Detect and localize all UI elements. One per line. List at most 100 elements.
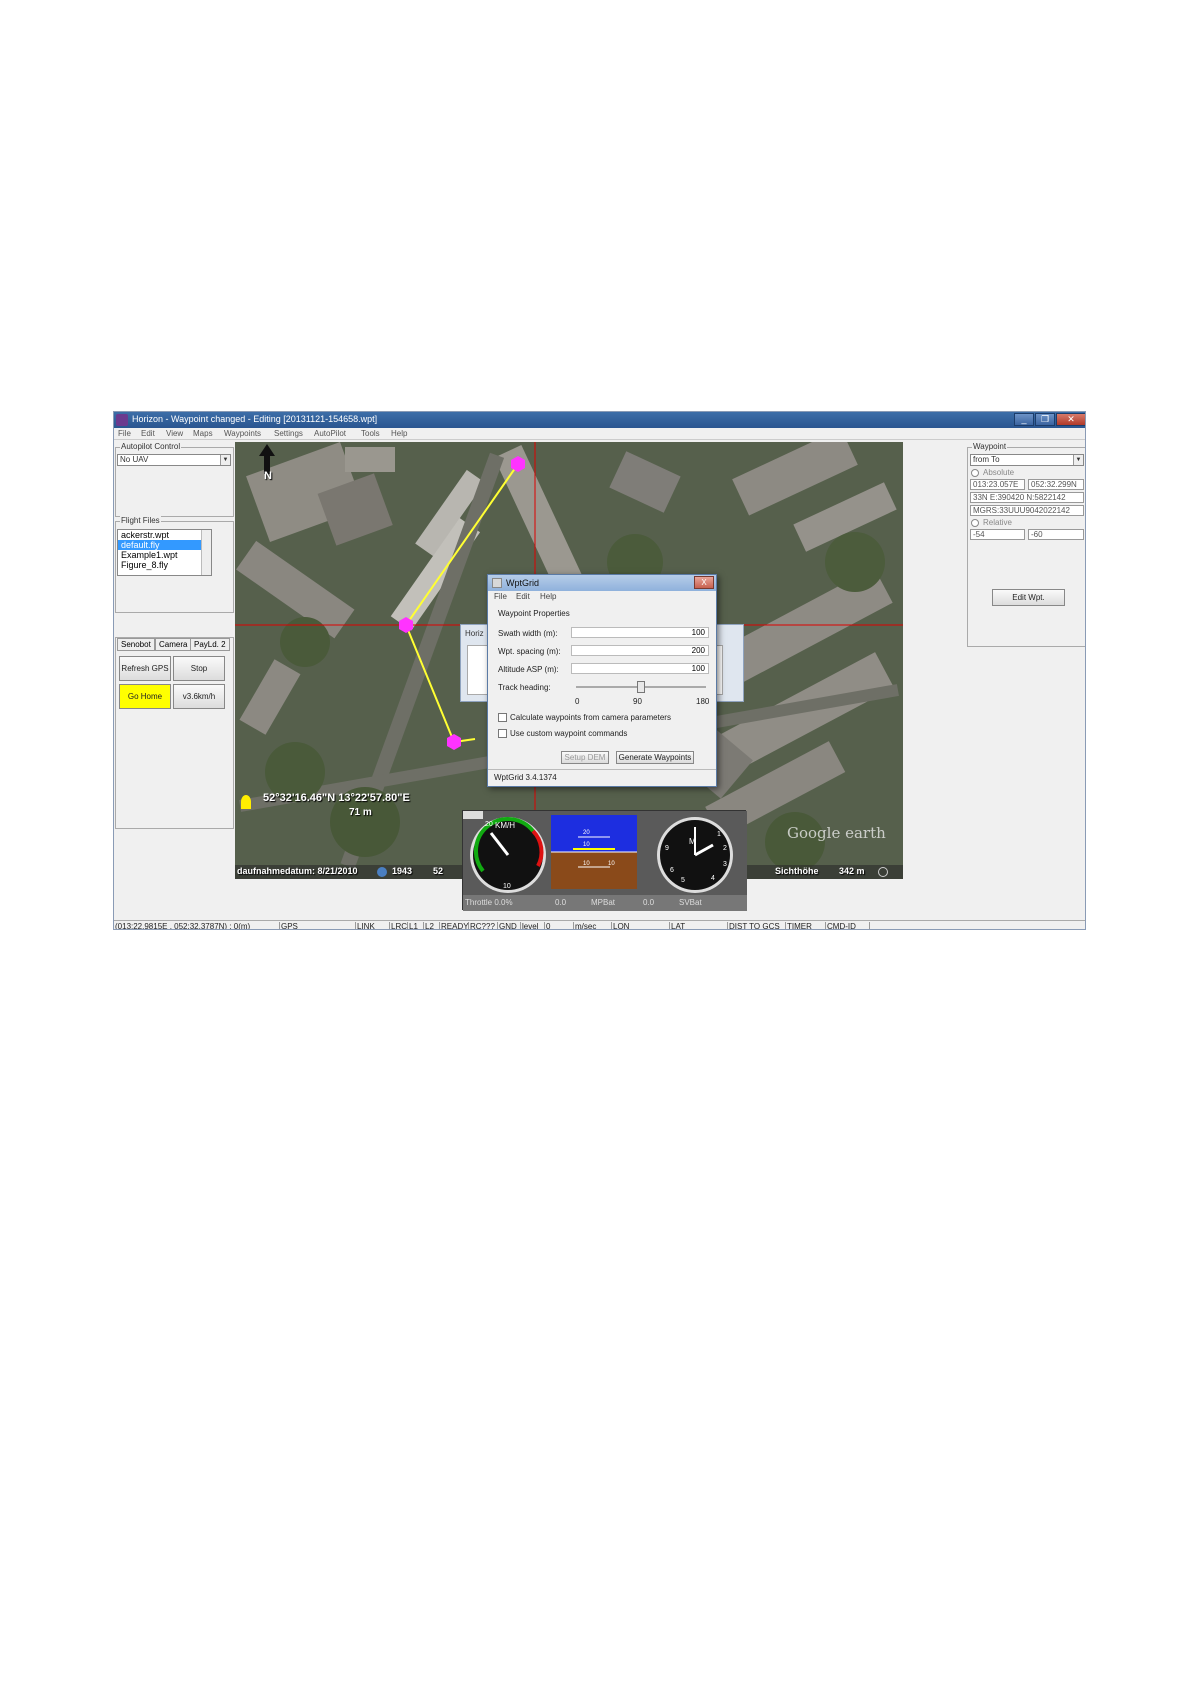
- list-item[interactable]: ackerstr.wpt: [118, 530, 211, 540]
- waypoint-group-label: Waypoint: [972, 442, 1008, 451]
- menu-file[interactable]: File: [118, 429, 131, 438]
- heading-tick-0: 0: [575, 697, 580, 706]
- altitude-readout: 71 m: [349, 807, 372, 818]
- clock-number: 9: [665, 845, 669, 852]
- menu-maps[interactable]: Maps: [193, 429, 213, 438]
- refresh-gps-button[interactable]: Refresh GPS: [119, 656, 171, 681]
- edit-waypoint-button[interactable]: Edit Wpt.: [992, 589, 1065, 606]
- status-timer: TIMER: [786, 922, 826, 929]
- status-ready: READY: [441, 922, 469, 930]
- chevron-down-icon[interactable]: ▼: [1073, 455, 1083, 465]
- list-item[interactable]: Figure_8.fly: [118, 560, 211, 570]
- speed-unit: KM/H: [495, 821, 515, 830]
- wptgrid-menu-file[interactable]: File: [494, 592, 507, 601]
- divider: [488, 769, 716, 770]
- speed-scale-10: 10: [503, 883, 511, 890]
- waypoint-group: [967, 447, 1085, 647]
- status-l2: L2: [424, 922, 440, 929]
- menu-settings[interactable]: Settings: [274, 429, 303, 438]
- utm-field[interactable]: 33N E:390420 N:5822142: [970, 492, 1084, 503]
- status-lat: LAT: [670, 922, 728, 929]
- custom-commands-label: Use custom waypoint commands: [510, 729, 628, 738]
- status-l1: L1: [408, 922, 424, 929]
- wptgrid-menu-help[interactable]: Help: [540, 592, 556, 601]
- pitch-mark: 20: [583, 830, 590, 836]
- tab-camera[interactable]: Camera: [155, 638, 192, 651]
- relative-radio[interactable]: [971, 519, 979, 527]
- menu-waypoints[interactable]: Waypoints: [224, 429, 261, 438]
- pitch-mark: 10: [583, 861, 590, 867]
- menu-tools[interactable]: Tools: [361, 429, 380, 438]
- absolute-radio[interactable]: [971, 469, 979, 477]
- altitude-asp-label: Altitude ASP (m):: [498, 665, 559, 674]
- heading-tick-90: 90: [633, 697, 642, 706]
- compass-icon[interactable]: [878, 867, 888, 877]
- absolute-label: Absolute: [982, 468, 1016, 477]
- menu-bar: File Edit View Maps Waypoints Settings A…: [114, 428, 1085, 440]
- status-link: LINK: [356, 922, 390, 929]
- rel-y-field[interactable]: -60: [1028, 529, 1084, 540]
- tab-payload-2[interactable]: PayLd. 2: [190, 638, 230, 651]
- lat-field[interactable]: 052:32.299N: [1028, 479, 1084, 490]
- flight-files-list[interactable]: ackerstr.wpt default.fly Example1.wpt Fi…: [117, 529, 212, 576]
- background-dialog-title: Horiz: [465, 629, 484, 638]
- pitch-mark: 10: [583, 842, 590, 848]
- coordinates-readout: 52°32'16.46"N 13°22'57.80"E: [263, 792, 410, 804]
- wpt-spacing-input[interactable]: 200: [571, 645, 709, 656]
- tab-senobot[interactable]: Senobot: [117, 638, 155, 651]
- slider-thumb[interactable]: [637, 681, 645, 693]
- generate-waypoints-button[interactable]: Generate Waypoints: [616, 751, 694, 764]
- go-home-button[interactable]: Go Home: [119, 684, 171, 709]
- list-scrollbar[interactable]: [201, 530, 211, 575]
- status-msec: m/sec: [574, 922, 612, 929]
- camera-params-checkbox[interactable]: [498, 713, 507, 722]
- heading-tick-180: 180: [696, 697, 710, 706]
- camera-params-label: Calculate waypoints from camera paramete…: [510, 713, 671, 722]
- north-label: N: [264, 470, 272, 482]
- waypoint-properties-heading: Waypoint Properties: [498, 609, 570, 618]
- view-height-value: 342 m: [839, 866, 865, 876]
- uav-select[interactable]: No UAV ▼: [117, 454, 231, 466]
- tab-strip: Senobot Camera PayLd. 2: [117, 638, 233, 652]
- wptgrid-title: WptGrid: [506, 578, 540, 588]
- list-item-selected[interactable]: default.fly: [118, 540, 211, 550]
- wptgrid-close-button[interactable]: X: [694, 576, 714, 589]
- wptgrid-title-bar: WptGrid X: [488, 575, 716, 591]
- rel-x-field[interactable]: -54: [970, 529, 1025, 540]
- uav-select-value: No UAV: [120, 455, 149, 464]
- menu-view[interactable]: View: [166, 429, 183, 438]
- stop-button[interactable]: Stop: [173, 656, 225, 681]
- sv-battery-label: SVBat: [679, 898, 702, 907]
- wptgrid-menu-edit[interactable]: Edit: [516, 592, 530, 601]
- wptgrid-version: WptGrid 3.4.1374: [494, 773, 557, 782]
- status-level: level: [521, 922, 545, 929]
- app-icon: [116, 414, 128, 426]
- status-lrc: LRC: [391, 922, 408, 930]
- setup-dem-button[interactable]: Setup DEM: [561, 751, 609, 764]
- custom-commands-checkbox[interactable]: [498, 729, 507, 738]
- relative-label: Relative: [982, 518, 1013, 527]
- swath-width-label: Swath width (m):: [498, 629, 558, 638]
- clock-number: 1: [717, 831, 721, 838]
- mgrs-field[interactable]: MGRS:33UUU9042022142: [970, 505, 1084, 516]
- altitude-asp-input[interactable]: 100: [571, 663, 709, 674]
- minimize-button[interactable]: _: [1014, 413, 1034, 426]
- wptgrid-menu-bar: File Edit Help: [488, 591, 716, 602]
- status-lon: LON: [612, 922, 670, 929]
- status-rc: RC???: [469, 922, 498, 929]
- restore-button[interactable]: ❐: [1035, 413, 1055, 426]
- imagery-date: daufnahmedatum: 8/21/2010: [237, 866, 358, 876]
- chevron-down-icon[interactable]: ▼: [220, 455, 230, 465]
- close-button[interactable]: ✕: [1056, 413, 1085, 426]
- title-bar: Horizon - Waypoint changed - Editing [20…: [114, 412, 1085, 428]
- waypoint-mode-select[interactable]: from To ▼: [970, 454, 1084, 466]
- menu-edit[interactable]: Edit: [141, 429, 155, 438]
- mp-battery-label: MPBat: [591, 898, 616, 907]
- menu-help[interactable]: Help: [391, 429, 407, 438]
- menu-autopilot[interactable]: AutoPilot: [314, 429, 346, 438]
- list-item[interactable]: Example1.wpt: [118, 550, 211, 560]
- clock-number: 3: [723, 861, 727, 868]
- swath-width-input[interactable]: 100: [571, 627, 709, 638]
- track-heading-slider[interactable]: [576, 681, 706, 693]
- lon-field[interactable]: 013:23.057E: [970, 479, 1025, 490]
